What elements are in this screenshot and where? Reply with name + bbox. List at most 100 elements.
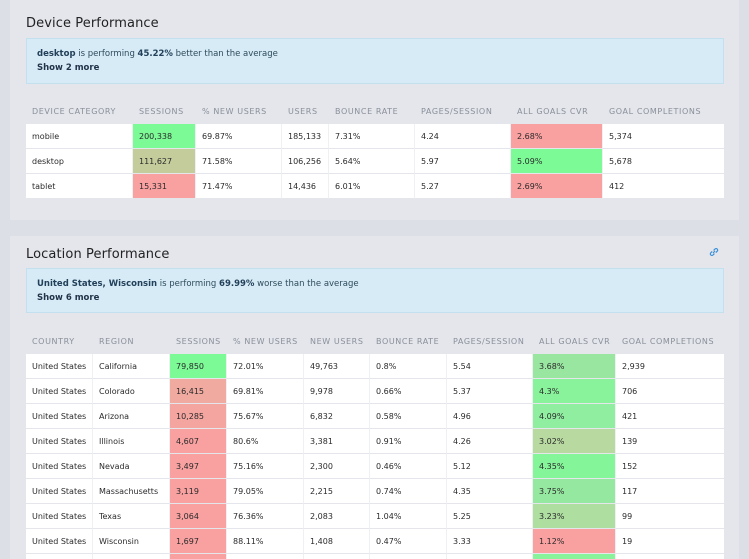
table-cell: 0.58%: [370, 404, 447, 429]
column-header[interactable]: PAGES/SESSION: [415, 98, 511, 124]
table-cell: 71.47%: [196, 174, 282, 199]
table-cell: United States: [26, 379, 93, 404]
device-panel-title: Device Performance: [26, 16, 159, 31]
table-cell: United States: [26, 429, 93, 454]
table-cell: 1,697: [170, 529, 227, 554]
location-show-more-link[interactable]: Show 6 more: [37, 292, 713, 305]
table-cell: mobile: [26, 124, 133, 149]
table-cell: 49,763: [304, 354, 370, 379]
table-row[interactable]: United States Texas 3,064 76.36% 2,083 1.04% 5…: [26, 504, 724, 529]
table-cell: 76.36%: [227, 504, 304, 529]
location-insight-pct: 69.99%: [219, 279, 255, 289]
column-header[interactable]: GOAL COMPLETIONS: [616, 328, 724, 354]
table-cell: 88.11%: [227, 529, 304, 554]
table-cell: 4,607: [170, 429, 227, 454]
table-cell: 2.68%: [511, 124, 603, 149]
table-cell: 80.6%: [227, 429, 304, 454]
table-cell: 79.05%: [227, 479, 304, 504]
table-row[interactable]: United States Wisconsin 1,697 88.11% 1,408 0.…: [26, 529, 724, 554]
table-cell: 2.69%: [511, 174, 603, 199]
table-cell: 0.47%: [370, 529, 447, 554]
table-cell: United States: [26, 529, 93, 554]
table-cell: 421: [616, 404, 724, 429]
table-cell: 9,978: [304, 379, 370, 404]
column-header[interactable]: GOAL COMPLETIONS: [603, 98, 724, 124]
table-cell: 3,381: [304, 429, 370, 454]
table-cell: [533, 554, 616, 559]
link-icon[interactable]: [709, 247, 719, 257]
column-header[interactable]: % NEW USERS: [227, 328, 304, 354]
table-cell: United States: [26, 404, 93, 429]
table-cell: 0.46%: [370, 454, 447, 479]
table-cell: 3.75%: [533, 479, 616, 504]
column-header[interactable]: NEW USERS: [304, 328, 370, 354]
table-cell: 200,338: [133, 124, 196, 149]
table-cell: 2,215: [304, 479, 370, 504]
location-insight-segment: United States, Wisconsin: [37, 279, 158, 289]
table-cell: 1,408: [304, 529, 370, 554]
column-header[interactable]: ALL GOALS CVR: [511, 98, 603, 124]
table-cell: [616, 554, 724, 559]
table-cell: 6,832: [304, 404, 370, 429]
table-cell: 4.24: [415, 124, 511, 149]
column-header[interactable]: USERS: [282, 98, 329, 124]
column-header[interactable]: SESSIONS: [133, 98, 196, 124]
column-header[interactable]: ALL GOALS CVR: [533, 328, 616, 354]
device-table-header: DEVICE CATEGORY SESSIONS% NEW USERS USERS B…: [26, 98, 724, 124]
table-cell: 5,374: [603, 124, 724, 149]
table-cell: 706: [616, 379, 724, 404]
device-insight-pct: 45.22%: [137, 49, 173, 59]
table-cell: 0.91%: [370, 429, 447, 454]
table-cell: 10,285: [170, 404, 227, 429]
column-header[interactable]: % NEW USERS: [196, 98, 282, 124]
location-insight-box: United States, Wisconsin is performing 6…: [26, 268, 724, 313]
table-cell: 5.37: [447, 379, 533, 404]
table-row[interactable]: United States Illinois 4,607 80.6% 3,381 0.91…: [26, 429, 724, 454]
table-row[interactable]: mobile 200,338 69.87% 185,133 7.31% 4.24 2.68%…: [26, 124, 724, 149]
table-row[interactable]: United States Arizona 10,285 75.67% 6,832 0.5…: [26, 404, 724, 429]
table-cell: 75.16%: [227, 454, 304, 479]
device-insight-segment: desktop: [37, 49, 76, 59]
table-cell: 2,083: [304, 504, 370, 529]
column-header[interactable]: DEVICE CATEGORY: [26, 98, 133, 124]
table-row[interactable]: United States Massachusetts 3,119 79.05% 2,2…: [26, 479, 724, 504]
table-cell: Illinois: [93, 429, 170, 454]
table-cell: 5.12: [447, 454, 533, 479]
table-cell: Wisconsin: [93, 529, 170, 554]
table-cell: 3,497: [170, 454, 227, 479]
column-header[interactable]: COUNTRY: [26, 328, 93, 354]
table-cell: tablet: [26, 174, 133, 199]
table-cell: 3.23%: [533, 504, 616, 529]
table-cell: [170, 554, 227, 559]
column-header[interactable]: REGION: [93, 328, 170, 354]
table-cell: United States: [26, 354, 93, 379]
table-cell: 72.01%: [227, 354, 304, 379]
table-cell: 4.3%: [533, 379, 616, 404]
table-cell: 152: [616, 454, 724, 479]
table-cell: [447, 554, 533, 559]
table-cell: 4.35: [447, 479, 533, 504]
table-cell: 3.68%: [533, 354, 616, 379]
table-row[interactable]: [26, 554, 724, 559]
table-row[interactable]: desktop 111,627 71.58% 106,256 5.64% 5.97 5.09…: [26, 149, 724, 174]
column-header[interactable]: BOUNCE RATE: [370, 328, 447, 354]
column-header[interactable]: BOUNCE RATE: [329, 98, 415, 124]
table-row[interactable]: United States Colorado 16,415 69.81% 9,978 0.…: [26, 379, 724, 404]
table-cell: 71.58%: [196, 149, 282, 174]
location-insight-mid: is performing: [157, 279, 220, 289]
table-cell: 0.8%: [370, 354, 447, 379]
table-cell: 185,133: [282, 124, 329, 149]
table-cell: [26, 554, 93, 559]
table-row[interactable]: United States California 79,850 72.01% 49,76…: [26, 354, 724, 379]
location-table-header: COUNTRY REGION SESSIONS% NEW USERS NEW USER…: [26, 328, 724, 354]
table-cell: 106,256: [282, 149, 329, 174]
table-cell: 15,331: [133, 174, 196, 199]
table-row[interactable]: tablet 15,331 71.47% 14,436 6.01% 5.27 2.69% 41…: [26, 174, 724, 199]
device-show-more-link[interactable]: Show 2 more: [37, 62, 713, 75]
table-cell: 99: [616, 504, 724, 529]
table-row[interactable]: United States Nevada 3,497 75.16% 2,300 0.46%…: [26, 454, 724, 479]
table-cell: Nevada: [93, 454, 170, 479]
table-cell: 1.12%: [533, 529, 616, 554]
column-header[interactable]: SESSIONS: [170, 328, 227, 354]
column-header[interactable]: PAGES/SESSION: [447, 328, 533, 354]
